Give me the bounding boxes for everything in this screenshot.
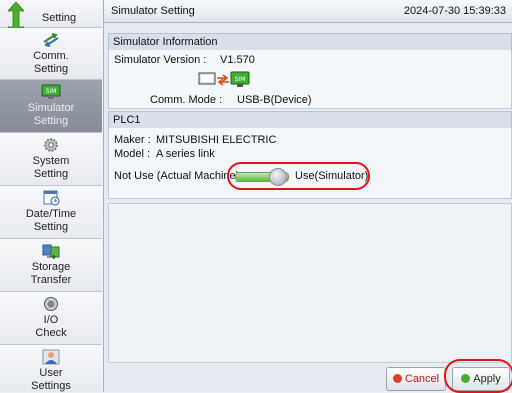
toggle-highlight-ring xyxy=(227,162,370,190)
not-use-option-label[interactable]: Not Use (Actual Machine) xyxy=(114,170,239,182)
comm-mode-value: USB-B(Device) xyxy=(237,94,312,106)
svg-text:SIM: SIM xyxy=(46,88,57,95)
sidebar-item-label: User Settings xyxy=(31,367,71,392)
empty-panel-area xyxy=(108,203,512,363)
sidebar-item-label: Comm. Setting xyxy=(33,50,69,75)
page-title: Simulator Setting xyxy=(111,5,195,17)
calendar-clock-icon xyxy=(43,190,60,206)
sidebar-item-sram-setting[interactable]: Setting xyxy=(0,0,102,36)
sidebar-item-label: System Setting xyxy=(32,155,70,180)
sidebar-item-simulator-setting[interactable]: SIM Simulator Setting xyxy=(0,80,102,133)
plc1-header: PLC1 xyxy=(108,111,512,129)
maker-value: MITSUBISHI ELECTRIC xyxy=(156,134,277,146)
title-bar: Simulator Setting 2024-07-30 15:39:33 xyxy=(104,0,512,23)
sidebar: Setting Comm. Setting SIM Simulator Sett… xyxy=(0,0,104,392)
model-value: A series link xyxy=(156,148,215,160)
sidebar-item-label: I/O Check xyxy=(35,314,67,339)
main-content: Simulator Information Simulator Version … xyxy=(104,23,512,363)
simulator-info-panel: Simulator Version : V1.570 SIM Comm. Mod… xyxy=(108,50,512,109)
svg-text:SIM: SIM xyxy=(235,76,246,83)
cancel-button[interactable]: Cancel xyxy=(386,367,446,391)
sidebar-item-label: Setting xyxy=(41,12,77,24)
io-gauge-icon xyxy=(44,297,58,311)
sidebar-item-storage-transfer[interactable]: Storage Transfer xyxy=(0,239,102,292)
gear-icon xyxy=(44,138,58,152)
cancel-label: Cancel xyxy=(404,373,440,385)
sidebar-item-system-setting[interactable]: System Setting xyxy=(0,133,102,186)
comm-mode-label: Comm. Mode : xyxy=(150,94,223,106)
sidebar-item-comm-setting[interactable]: Comm. Setting xyxy=(0,28,102,80)
sim-monitor-icon: SIM xyxy=(41,84,61,99)
sidebar-item-label: Simulator Setting xyxy=(27,102,75,127)
sidebar-item-label: Date/Time Setting xyxy=(25,208,77,233)
simulator-info-title: Simulator Information xyxy=(113,36,218,48)
pc-to-sim-connection-icon: SIM xyxy=(198,71,250,87)
datetime-display: 2024-07-30 15:39:33 xyxy=(403,5,506,17)
simulator-info-header: Simulator Information xyxy=(108,33,512,51)
sidebar-item-label: Storage Transfer xyxy=(30,261,72,286)
storage-transfer-icon xyxy=(42,244,60,259)
simulator-version-label: Simulator Version : xyxy=(114,54,207,66)
user-icon xyxy=(42,349,60,365)
cancel-icon xyxy=(392,374,402,383)
comm-arrows-icon xyxy=(43,33,59,47)
sidebar-item-io-check[interactable]: I/O Check xyxy=(0,292,102,345)
plc1-title: PLC1 xyxy=(113,114,141,126)
sidebar-item-user-settings[interactable]: User Settings xyxy=(0,345,102,392)
simulator-version-value: V1.570 xyxy=(220,54,255,66)
apply-highlight-ring xyxy=(444,359,512,393)
model-label: Model : xyxy=(114,148,151,160)
sidebar-item-date-time-setting[interactable]: Date/Time Setting xyxy=(0,186,102,239)
maker-label: Maker : xyxy=(114,134,151,146)
footer-bar: Cancel Apply xyxy=(104,359,512,393)
